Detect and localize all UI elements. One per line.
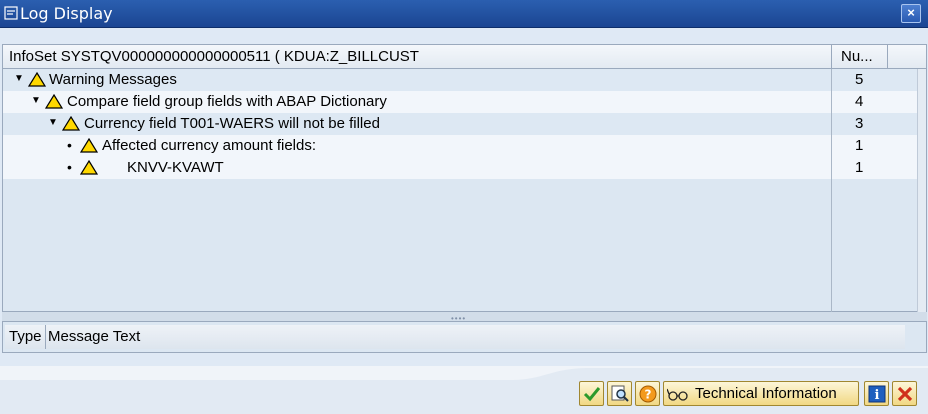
tree-row-knvv-kvawt[interactable]: • KNVV-KVAWT 1 <box>3 157 917 179</box>
expand-caret-icon[interactable]: ▼ <box>31 95 41 106</box>
message-tree: InfoSet SYSTQV000000000000000511 ( KDUA:… <box>2 44 927 312</box>
tree-row-warning-messages[interactable]: ▼ Warning Messages 5 <box>3 69 917 91</box>
magnifier-icon <box>611 385 629 402</box>
info-icon: i <box>868 385 886 403</box>
leaf-bullet-icon: • <box>67 137 72 153</box>
expand-caret-icon[interactable]: ▼ <box>48 117 58 128</box>
close-icon[interactable]: × <box>901 4 921 23</box>
tree-header: InfoSet SYSTQV000000000000000511 ( KDUA:… <box>3 45 926 69</box>
window-title: Log Display <box>20 4 113 23</box>
log-window-icon <box>4 6 18 20</box>
tree-row-compare-field-group[interactable]: ▼ Compare field group fields with ABAP D… <box>3 91 917 113</box>
tree-row-label: Affected currency amount fields: <box>102 137 316 154</box>
tree-row-count: 4 <box>855 93 864 110</box>
tree-row-count: 5 <box>855 71 864 88</box>
tree-scrollbar[interactable] <box>917 69 926 312</box>
cancel-button[interactable] <box>892 381 917 406</box>
warning-icon <box>28 72 46 87</box>
column-divider[interactable] <box>831 45 832 69</box>
tree-column-number[interactable]: Nu... <box>841 48 873 65</box>
find-button[interactable] <box>607 381 632 406</box>
tree-row-currency-field[interactable]: ▼ Currency field T001-WAERS will not be … <box>3 113 917 135</box>
tree-row-count: 3 <box>855 115 864 132</box>
column-divider[interactable] <box>45 325 46 349</box>
panel-splitter[interactable]: •••• <box>2 312 927 323</box>
leaf-bullet-icon: • <box>67 159 72 175</box>
continue-button[interactable] <box>579 381 604 406</box>
tree-row-label: Compare field group fields with ABAP Dic… <box>67 93 387 110</box>
tree-row-label: Currency field T001-WAERS will not be fi… <box>84 115 380 132</box>
detail-column-message-text[interactable]: Message Text <box>48 328 140 345</box>
info-button[interactable]: i <box>864 381 889 406</box>
detail-column-type[interactable]: Type <box>9 328 42 345</box>
window-titlebar: Log Display × <box>0 0 928 28</box>
technical-information-label: Technical Information <box>695 385 837 402</box>
checkmark-icon <box>583 387 601 402</box>
svg-text:?: ? <box>645 388 652 402</box>
expand-caret-icon[interactable]: ▼ <box>14 73 24 84</box>
glasses-icon <box>667 388 688 401</box>
svg-text:i: i <box>875 388 880 403</box>
warning-icon <box>62 116 80 131</box>
tree-row-count: 1 <box>855 137 864 154</box>
tree-row-label: KNVV-KVAWT <box>102 159 224 176</box>
tree-row-label: Warning Messages <box>49 71 177 88</box>
help-button[interactable]: ? <box>635 381 660 406</box>
detail-header: Type Message Text <box>5 325 905 349</box>
help-icon: ? <box>639 385 657 403</box>
warning-icon <box>80 160 98 175</box>
warning-icon <box>80 138 98 153</box>
tree-body: ▼ Warning Messages 5 ▼ Compare field gro… <box>3 69 917 312</box>
technical-information-button[interactable]: Technical Information <box>663 381 859 406</box>
column-divider <box>887 45 888 69</box>
tree-column-infoset[interactable]: InfoSet SYSTQV000000000000000511 ( KDUA:… <box>9 48 419 65</box>
message-detail-panel: Type Message Text <box>2 321 927 353</box>
cancel-icon <box>897 386 913 402</box>
tree-row-affected-fields[interactable]: • Affected currency amount fields: 1 <box>3 135 917 157</box>
column-divider <box>831 69 832 312</box>
tree-row-count: 1 <box>855 159 864 176</box>
warning-icon <box>45 94 63 109</box>
